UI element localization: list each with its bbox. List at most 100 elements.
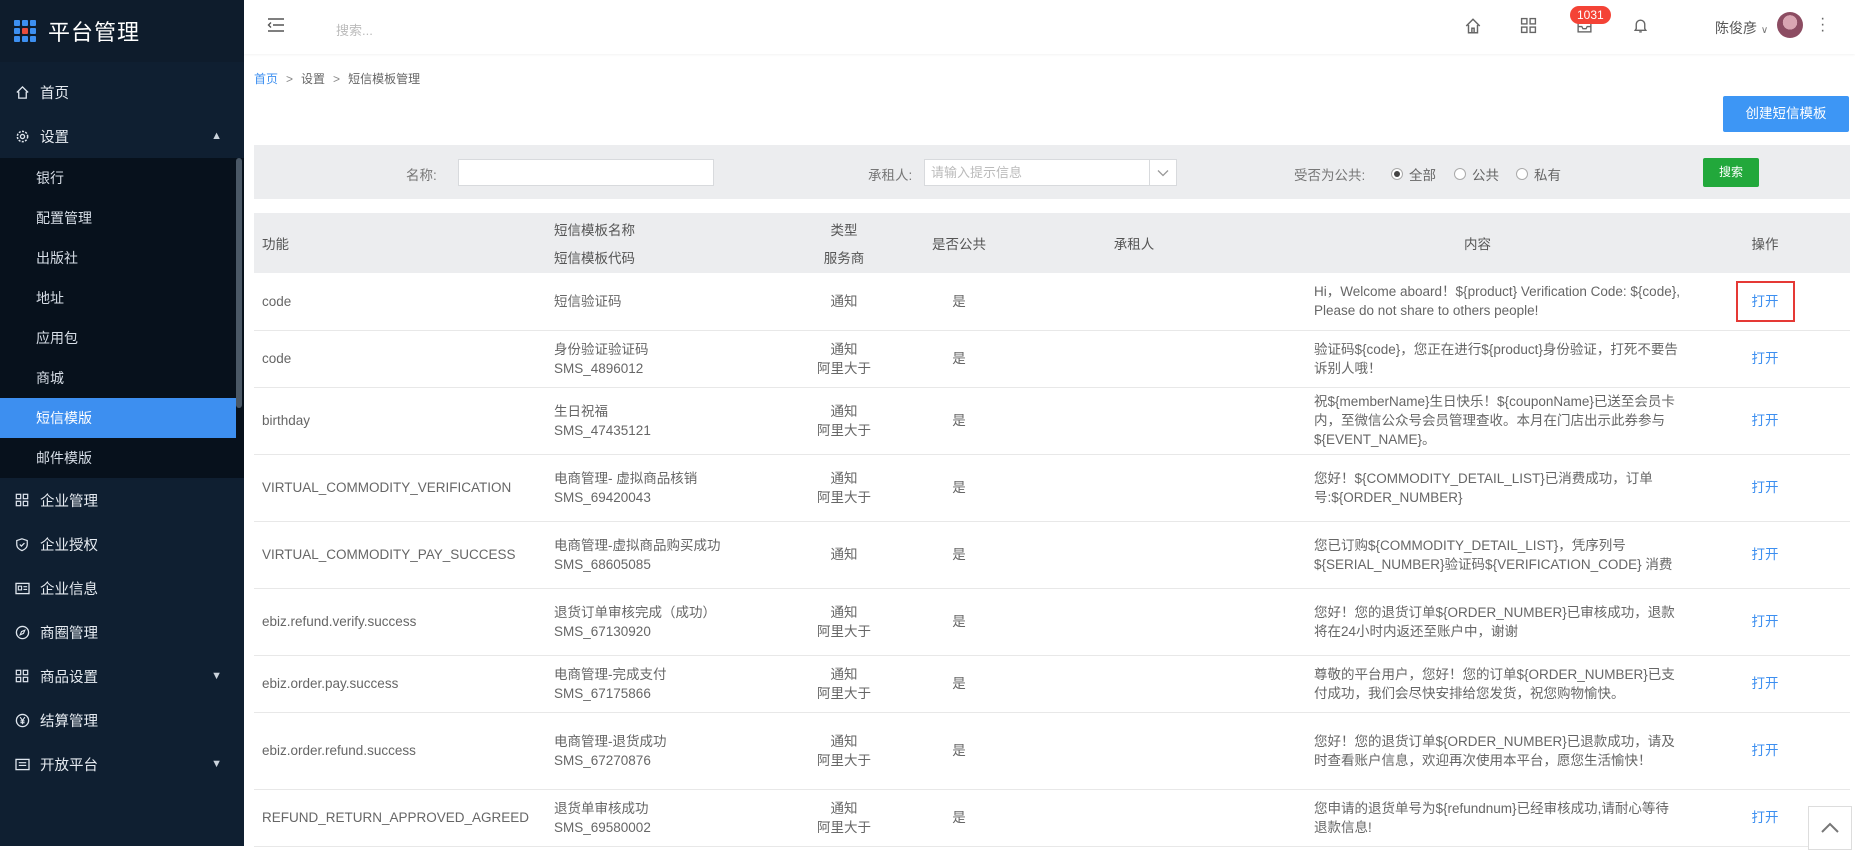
open-link[interactable]: 打开 (1680, 330, 1850, 388)
cell-type-provider: 通知 阿里大于 (784, 712, 904, 790)
open-link[interactable]: 打开 (1735, 280, 1795, 322)
menu-toggle-icon[interactable] (266, 16, 286, 36)
open-link[interactable]: 打开 (1680, 712, 1850, 790)
cell-template-name: 电商管理-虚拟商品购买成功 (554, 537, 721, 553)
sidebar-item-label: 企业信息 (40, 581, 98, 598)
submenu-item-email-template[interactable]: 邮件模版 (0, 438, 244, 478)
sidebar-scrollbar[interactable] (236, 158, 242, 408)
cell-provider: 阿里大于 (817, 422, 871, 438)
chevron-down-icon[interactable] (1149, 160, 1176, 185)
cell-template-code: SMS_67270876 (554, 752, 651, 768)
breadcrumb-current: 短信模板管理 (348, 72, 421, 86)
user-menu[interactable]: 陈俊彦 ∨ (1715, 18, 1768, 38)
name-filter-input[interactable] (458, 159, 714, 186)
radio-private[interactable]: 私有 (1516, 164, 1561, 184)
cell-provider: 阿里大于 (817, 623, 871, 639)
notification-badge: 1031 (1570, 6, 1611, 24)
submenu-item-config[interactable]: 配置管理 (0, 198, 244, 238)
cell-name-code: 退货单审核成功 SMS_69580002 (554, 789, 784, 847)
back-to-top-button[interactable] (1808, 806, 1852, 850)
submenu-item-mall[interactable]: 商城 (0, 358, 244, 398)
cell-type: 通知 (830, 341, 858, 357)
sidebar-item-enterprise-info[interactable]: 企业信息 (0, 566, 244, 610)
breadcrumb-home[interactable]: 首页 (254, 72, 278, 86)
submenu-item-app-package[interactable]: 应用包 (0, 318, 244, 358)
user-name: 陈俊彦 (1715, 20, 1757, 36)
sidebar-item-home[interactable]: 首页 (0, 70, 244, 114)
submenu-item-bank[interactable]: 银行 (0, 158, 244, 198)
submenu-item-sms-template[interactable]: 短信模版 (0, 398, 236, 438)
open-link[interactable]: 打开 (1680, 387, 1850, 455)
cell-function: code (254, 273, 554, 331)
cell-provider: 阿里大于 (817, 360, 871, 376)
open-link[interactable]: 打开 (1680, 655, 1850, 713)
radio-public[interactable]: 公共 (1454, 164, 1499, 184)
cell-public: 是 (904, 712, 1014, 790)
more-vertical-icon[interactable]: · · · (1820, 11, 1825, 39)
breadcrumb-settings[interactable]: 设置 (301, 72, 325, 86)
cell-function: ebiz.order.refund.success (254, 712, 554, 790)
open-link[interactable]: 打开 (1680, 454, 1850, 522)
cell-template-name: 电商管理- 虚拟商品核销 (554, 470, 698, 486)
cell-type-provider: 通知 阿里大于 (784, 330, 904, 388)
cell-content: 您好！您的退货订单${ORDER_NUMBER}已退款成功，请及时查看账户信息，… (1314, 712, 1680, 790)
sidebar-item-enterprise[interactable]: 企业管理 (0, 478, 244, 522)
sidebar-item-product-settings[interactable]: 商品设置 ▼ (0, 654, 244, 698)
logo-area[interactable]: 平台管理 (0, 0, 244, 62)
sidebar-item-settings[interactable]: 设置 ▲ (0, 114, 244, 158)
header-template-code: 短信模板代码 (554, 251, 635, 266)
search-input[interactable]: 搜索... (336, 20, 373, 39)
cell-type: 通知 (830, 604, 858, 620)
cell-type-provider: 通知 (784, 521, 904, 589)
sidebar-item-authorization[interactable]: 企业授权 (0, 522, 244, 566)
cell-type: 通知 (830, 293, 858, 309)
cell-public: 是 (904, 655, 1014, 713)
cell-function: VIRTUAL_COMMODITY_VERIFICATION (254, 454, 554, 522)
header-template-name: 短信模板名称 (554, 223, 635, 238)
apps-grid-icon[interactable] (1520, 17, 1540, 37)
filter-bar: 名称: 承租人: 请输入提示信息 受否为公共: 全部 公共 私有 搜索 (254, 145, 1850, 199)
tenant-filter-label: 承租人: (868, 168, 913, 183)
search-button[interactable]: 搜索 (1703, 158, 1759, 187)
sidebar-item-label: 商品设置 (40, 669, 98, 686)
sidebar-item-open-platform[interactable]: 开放平台 ▼ (0, 742, 244, 786)
sidebar-item-label: 设置 (40, 129, 69, 146)
submenu-item-address[interactable]: 地址 (0, 278, 244, 318)
cell-template-name: 短信验证码 (554, 293, 622, 309)
open-link[interactable]: 打开 (1680, 521, 1850, 589)
table-row: ebiz.refund.verify.success 退货订单审核完成（成功） S… (254, 588, 1850, 656)
cell-tenant (1014, 712, 1254, 790)
cell-tenant (1014, 273, 1254, 331)
sidebar-item-settlement[interactable]: 结算管理 (0, 698, 244, 742)
header-action: 操作 (1680, 213, 1850, 273)
tenant-filter-select[interactable]: 请输入提示信息 (924, 159, 1177, 186)
table-row: code 短信验证码 通知 是 Hi，Welcome aboard！${prod… (254, 273, 1850, 331)
cell-template-code: SMS_67130920 (554, 623, 651, 639)
cell-provider: 阿里大于 (817, 489, 871, 505)
cell-template-name: 电商管理-完成支付 (554, 666, 667, 682)
shield-icon (14, 536, 30, 552)
gear-icon (14, 128, 30, 144)
cell-template-code: SMS_47435121 (554, 422, 651, 438)
table-header-row: 功能 短信模板名称 短信模板代码 类型 服务商 是否公共 承租人 内容 操作 (254, 213, 1850, 273)
sidebar-item-business-district[interactable]: 商圈管理 (0, 610, 244, 654)
home-icon[interactable] (1464, 17, 1484, 37)
cell-name-code: 短信验证码 (554, 273, 784, 331)
sidebar: 平台管理 首页 设置 ▲ 银行 配置管理 出版社 地址 应用包 商城 短信模版 … (0, 0, 244, 846)
radio-all[interactable]: 全部 (1391, 164, 1436, 184)
cell-public: 是 (904, 454, 1014, 522)
sidebar-item-label: 企业管理 (40, 493, 98, 510)
open-link[interactable]: 打开 (1680, 588, 1850, 656)
submenu-item-publisher[interactable]: 出版社 (0, 238, 244, 278)
avatar[interactable] (1777, 12, 1803, 38)
cell-function: REFUND_RETURN_APPROVED_AGREED (254, 789, 554, 847)
header-type: 类型 (830, 223, 858, 238)
bell-icon[interactable] (1632, 17, 1652, 37)
cell-provider: 阿里大于 (817, 685, 871, 701)
grid-logo-icon (14, 20, 36, 42)
create-sms-template-button[interactable]: 创建短信模板 (1723, 96, 1849, 132)
radio-dot (1516, 168, 1528, 180)
cell-type: 通知 (830, 733, 858, 749)
table-row: REFUND_RETURN_APPROVED_AGREED 退货单审核成功 SMS… (254, 789, 1850, 847)
sidebar-item-label: 企业授权 (40, 537, 98, 554)
